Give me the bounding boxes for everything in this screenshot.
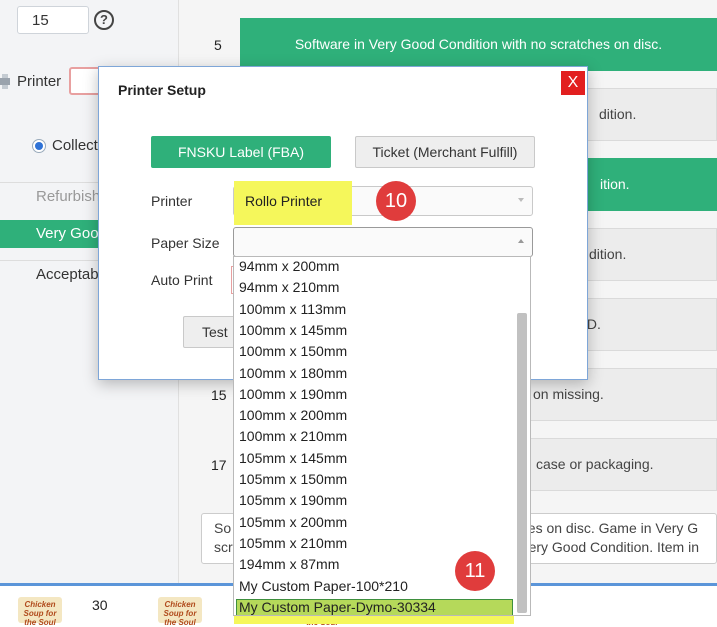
row-number: 5 xyxy=(214,37,222,53)
collect-label: Collect xyxy=(52,137,98,154)
row-number: 15 xyxy=(211,387,227,403)
paper-option[interactable]: 100mm x 210mm xyxy=(239,428,347,444)
step-badge: 11 xyxy=(455,551,495,591)
dialog-title: Printer Setup xyxy=(118,82,206,98)
paper-option[interactable]: My Custom Paper-Dymo-30334 xyxy=(239,599,436,615)
chevron-down-icon xyxy=(518,198,524,202)
auto-print-label: Auto Print xyxy=(151,272,213,288)
step-badge: 10 xyxy=(376,181,416,221)
row-text: dition. xyxy=(599,106,637,122)
paper-size-label: Paper Size xyxy=(151,235,220,251)
row-number: 30 xyxy=(92,597,108,613)
product-logo: Chicken Soup for the Soul xyxy=(18,597,62,627)
paper-option[interactable]: 194mm x 87mm xyxy=(239,556,339,572)
notes-text: Very Good Condition. Item in xyxy=(520,539,699,555)
scrollbar[interactable] xyxy=(517,313,527,613)
paper-size-dropdown[interactable] xyxy=(233,227,533,257)
paper-option[interactable]: 100mm x 180mm xyxy=(239,365,347,381)
paper-option[interactable]: 94mm x 200mm xyxy=(239,258,339,274)
collect-radio[interactable] xyxy=(32,139,46,153)
paper-option[interactable]: 94mm x 210mm xyxy=(239,279,339,295)
paper-option[interactable]: My Custom Paper-100*210 xyxy=(239,578,408,594)
notes-text: hes on disc. Game in Very G xyxy=(520,520,699,536)
paper-option[interactable]: 105mm x 150mm xyxy=(239,471,347,487)
printer-label: Printer xyxy=(17,73,62,90)
quantity-input[interactable]: 15 xyxy=(17,6,89,34)
ticket-button[interactable]: Ticket (Merchant Fulfill) xyxy=(355,136,535,168)
paper-option[interactable]: 105mm x 145mm xyxy=(239,450,347,466)
paper-option[interactable]: 100mm x 150mm xyxy=(239,343,347,359)
paper-option[interactable]: 100mm x 200mm xyxy=(239,407,347,423)
help-icon[interactable]: ? xyxy=(94,10,114,30)
condition-note-button[interactable]: Software in Very Good Condition with no … xyxy=(240,18,717,71)
row-text: dition. xyxy=(589,246,627,262)
printer-field-label: Printer xyxy=(151,193,193,209)
paper-option[interactable]: 105mm x 190mm xyxy=(239,492,347,508)
product-logo: Chicken Soup for the Soul xyxy=(158,597,202,627)
close-button[interactable]: X xyxy=(561,71,585,95)
row-text: case or packaging. xyxy=(536,456,654,472)
notes-text: So xyxy=(214,520,232,536)
notes-text: scr xyxy=(214,539,233,555)
row-text: ition. xyxy=(600,176,630,192)
fnsku-label-button[interactable]: FNSKU Label (FBA) xyxy=(151,136,331,168)
printer-value: Rollo Printer xyxy=(245,193,323,209)
paper-option[interactable]: 105mm x 210mm xyxy=(239,535,347,551)
paper-option[interactable]: 100mm x 145mm xyxy=(239,322,347,338)
chevron-up-icon xyxy=(518,239,524,243)
paper-option[interactable]: 100mm x 190mm xyxy=(239,386,347,402)
row-number: 17 xyxy=(211,457,227,473)
paper-option[interactable]: 105mm x 200mm xyxy=(239,514,347,530)
printer-icon xyxy=(0,74,10,89)
paper-option[interactable]: 100mm x 113mm xyxy=(239,301,346,317)
